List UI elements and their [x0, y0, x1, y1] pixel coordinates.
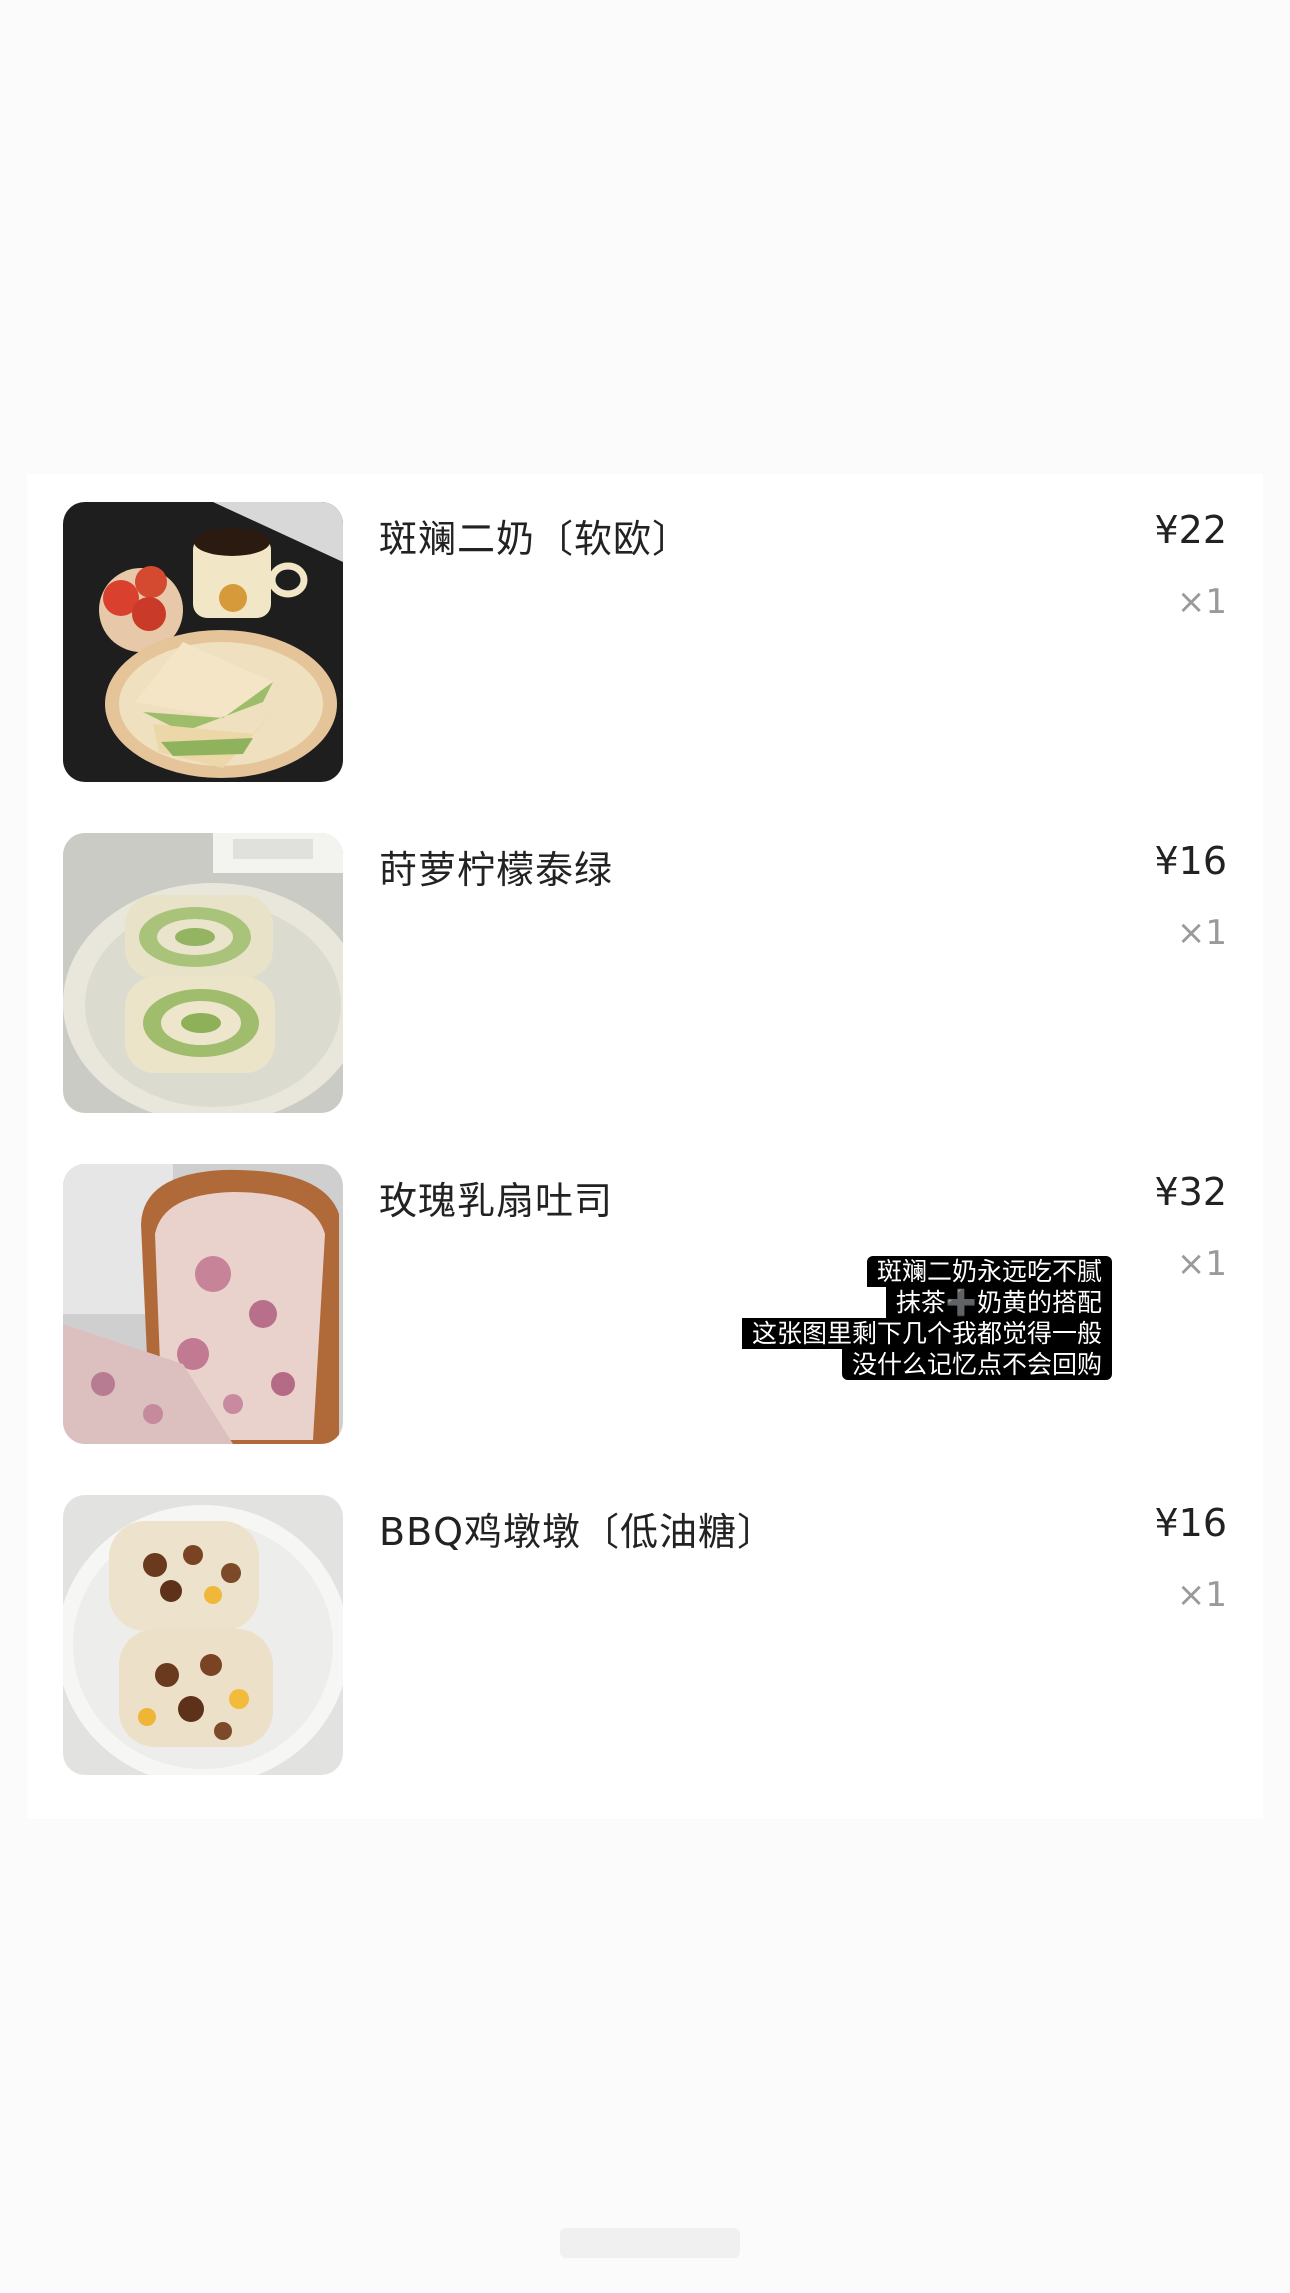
product-quantity: ×1 [1176, 1575, 1227, 1615]
product-price: ¥16 [1154, 839, 1227, 883]
product-image-bread-with-coffee[interactable] [63, 502, 343, 782]
product-price: ¥32 [1154, 1170, 1227, 1214]
product-image-matcha-swirl-bread[interactable] [63, 833, 343, 1113]
product-quantity: ×1 [1176, 913, 1227, 953]
product-price: ¥22 [1154, 508, 1227, 552]
product-image-bbq-chicken-bread[interactable] [63, 1495, 343, 1775]
product-name: 玫瑰乳扇吐司 [379, 1179, 614, 1223]
order-items-card: 斑斓二奶〔软欧〕 ¥22 ×1 莳萝柠檬泰绿 ¥16 ×1 玫瑰乳扇吐司 ¥32… [27, 474, 1263, 1819]
product-name: BBQ鸡墩墩〔低油糖〕 [379, 1510, 777, 1554]
product-quantity: ×1 [1176, 582, 1227, 622]
order-item[interactable]: 斑斓二奶〔软欧〕 ¥22 ×1 [27, 474, 1263, 782]
caption-line: 没什么记忆点不会回购 [841, 1349, 1112, 1380]
order-item[interactable]: 莳萝柠檬泰绿 ¥16 ×1 [27, 805, 1263, 1113]
product-image-rose-toast[interactable] [63, 1164, 343, 1444]
product-name: 莳萝柠檬泰绿 [379, 848, 614, 892]
bbq-chicken-bread-photo [63, 1495, 343, 1775]
screenshot-page: 斑斓二奶〔软欧〕 ¥22 ×1 莳萝柠檬泰绿 ¥16 ×1 玫瑰乳扇吐司 ¥32… [0, 0, 1290, 2293]
caption-line: 抹茶➕奶黄的搭配 [885, 1287, 1112, 1318]
overlay-caption: 斑斓二奶永远吃不腻 抹茶➕奶黄的搭配 这张图里剩下几个我都觉得一般 没什么记忆点… [741, 1256, 1112, 1380]
order-item[interactable]: BBQ鸡墩墩〔低油糖〕 ¥16 ×1 [27, 1467, 1263, 1775]
caption-line: 这张图里剩下几个我都觉得一般 [741, 1318, 1112, 1349]
matcha-swirl-bread-photo [63, 833, 343, 1113]
product-name: 斑斓二奶〔软欧〕 [379, 517, 692, 561]
bread-with-coffee-photo [63, 502, 343, 782]
watermark [560, 2228, 740, 2258]
rose-toast-photo [63, 1164, 343, 1444]
product-quantity: ×1 [1176, 1244, 1227, 1284]
product-price: ¥16 [1154, 1501, 1227, 1545]
caption-line: 斑斓二奶永远吃不腻 [866, 1256, 1112, 1287]
